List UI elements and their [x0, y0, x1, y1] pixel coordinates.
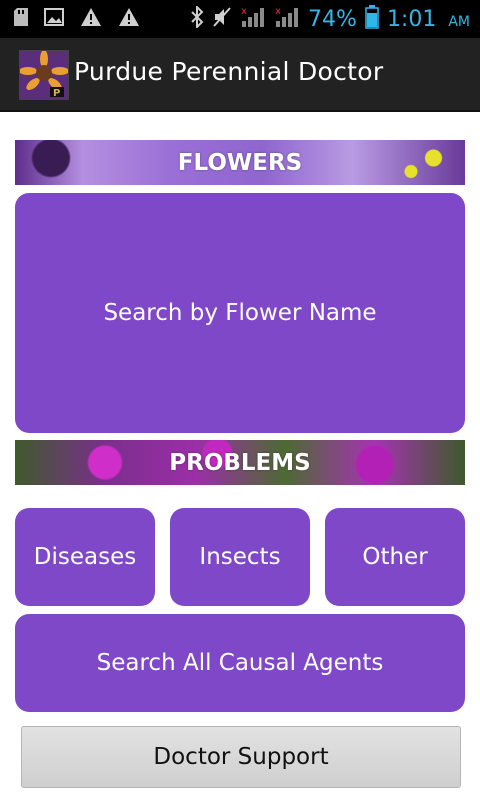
battery-icon	[365, 5, 379, 33]
notification-icons	[14, 8, 140, 30]
diseases-button[interactable]: Diseases	[15, 508, 155, 606]
search-all-causal-agents-button[interactable]: Search All Causal Agents	[15, 614, 465, 712]
warning-icon	[118, 7, 140, 31]
app-title: Purdue Perennial Doctor	[74, 57, 384, 86]
svg-text:P: P	[53, 88, 60, 99]
doctor-support-button[interactable]: Doctor Support	[21, 726, 461, 788]
warning-icon	[80, 7, 102, 31]
app-logo-icon[interactable]: P	[19, 50, 69, 100]
insects-button[interactable]: Insects	[170, 508, 310, 606]
problems-banner-label: PROBLEMS	[169, 449, 311, 476]
flowers-banner-label: FLOWERS	[177, 149, 303, 176]
svg-text:x: x	[275, 6, 281, 17]
search-by-flower-name-button[interactable]: Search by Flower Name	[15, 193, 465, 433]
clock-time: 1:01	[386, 6, 437, 32]
signal-icon: x	[240, 5, 266, 33]
svg-text:x: x	[241, 6, 247, 17]
system-status: x x 74% 1:01 AM	[190, 4, 470, 34]
status-bar: x x 74% 1:01 AM	[0, 0, 480, 38]
signal-icon: x	[274, 5, 300, 33]
clock-ampm: AM	[448, 14, 470, 30]
mute-icon	[212, 6, 232, 32]
flowers-banner: FLOWERS	[15, 140, 465, 185]
sd-card-icon	[14, 8, 28, 30]
other-button[interactable]: Other	[325, 508, 465, 606]
battery-percent: 74%	[308, 6, 357, 32]
action-bar: P Purdue Perennial Doctor	[0, 38, 480, 112]
image-icon	[44, 8, 64, 30]
bluetooth-icon	[190, 4, 204, 32]
problems-banner: PROBLEMS	[15, 440, 465, 485]
